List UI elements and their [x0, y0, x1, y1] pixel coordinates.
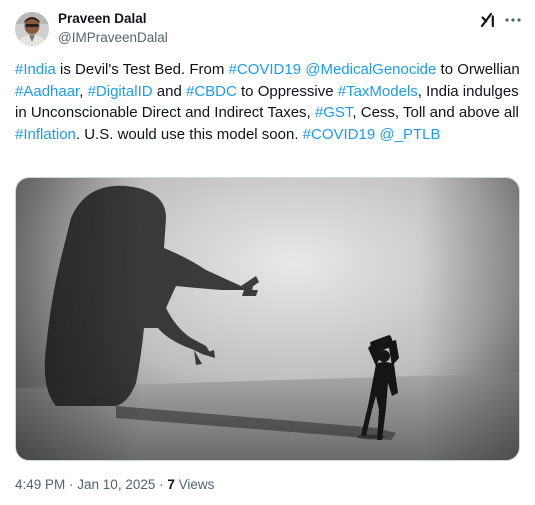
hashtag-digitalid[interactable]: #DigitalID: [88, 83, 153, 100]
tweet-date[interactable]: Jan 10, 2025: [77, 477, 155, 492]
avatar[interactable]: [15, 12, 49, 46]
grok-icon[interactable]: [478, 10, 498, 30]
hashtag-inflation[interactable]: #Inflation: [15, 126, 76, 143]
tweet-text-segment: to Orwellian: [436, 61, 520, 78]
tweet-text-segment: to Oppressive: [236, 82, 338, 100]
mention--ptlb[interactable]: @_PTLB: [379, 126, 440, 143]
tweet-time[interactable]: 4:49 PM: [15, 477, 65, 492]
hashtag-covid19[interactable]: #COVID19: [303, 126, 376, 143]
meta-separator: ·: [155, 477, 168, 492]
hashtag-cbdc[interactable]: #CBDC: [186, 83, 237, 100]
hashtag-aadhaar[interactable]: #Aadhaar: [15, 83, 79, 100]
mention-medicalgenocide[interactable]: @MedicalGenocide: [305, 61, 436, 78]
tweet-text-segment: is Devil's Test Bed. From: [55, 61, 229, 78]
views-label: Views: [174, 477, 215, 492]
hashtag-india[interactable]: #India: [15, 61, 56, 78]
hashtag-gst[interactable]: #GST: [315, 104, 353, 121]
tweet-text: #India is Devil's Test Bed. From #COVID1…: [15, 59, 521, 145]
hashtag-covid19[interactable]: #COVID19: [229, 61, 302, 78]
tweet-media-image[interactable]: [15, 177, 520, 461]
views-count[interactable]: 7: [167, 477, 175, 492]
tweet-meta: 4:49 PM · Jan 10, 2025 · 7 Views: [15, 477, 214, 492]
author-handle[interactable]: @IMPraveenDalal: [58, 30, 168, 45]
author-name[interactable]: Praveen Dalal: [58, 11, 147, 26]
tweet-text-segment: and: [152, 82, 186, 100]
meta-separator: ·: [65, 477, 78, 492]
tweet-text-segment: , Cess, Toll and above all: [352, 104, 519, 122]
tweet-text-segment: ,: [79, 82, 88, 100]
tweet-text-segment: . U.S. would use this model soon.: [75, 125, 303, 143]
hashtag-taxmodels[interactable]: #TaxModels: [338, 83, 418, 100]
more-horizontal-icon[interactable]: [503, 10, 523, 30]
